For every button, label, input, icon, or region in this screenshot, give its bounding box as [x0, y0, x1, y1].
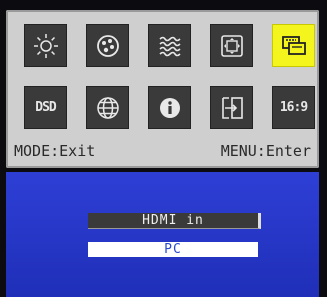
noise-reduction-icon [158, 36, 181, 56]
signal-switch-icon [221, 96, 243, 119]
input-source-icon [281, 35, 306, 55]
dsd-icon: DSD [35, 100, 57, 115]
language-globe-icon [96, 96, 119, 119]
menu-item-color[interactable] [86, 24, 129, 67]
osd-icon-grid: DSD 16:9 [24, 24, 315, 144]
osd-hint-bar: MODE:Exit MENU:Enter [6, 140, 319, 164]
menu-enter-hint: MENU:Enter [220, 142, 311, 160]
menu-item-noise[interactable] [148, 24, 191, 67]
menu-item-dsd[interactable]: DSD [24, 86, 67, 129]
aspect-ratio-icon: 16:9 [279, 100, 308, 115]
menu-item-brightness[interactable] [24, 24, 67, 67]
menu-item-aspect-ratio[interactable]: 16:9 [272, 86, 315, 129]
source-option-hdmi[interactable]: HDMI in [88, 213, 261, 229]
menu-item-signal-switch[interactable] [210, 86, 253, 129]
input-source-submenu: HDMI in PC [6, 172, 319, 297]
menu-item-input-source[interactable] [272, 24, 315, 67]
menu-item-image-position[interactable] [210, 24, 253, 67]
mode-exit-hint: MODE:Exit [14, 142, 96, 160]
menu-item-language[interactable] [86, 86, 129, 129]
brightness-icon [33, 33, 58, 58]
information-icon [159, 97, 180, 118]
source-option-pc[interactable]: PC [88, 242, 258, 257]
color-palette-icon [96, 34, 119, 57]
menu-item-information[interactable] [148, 86, 191, 129]
image-position-icon [220, 34, 243, 57]
